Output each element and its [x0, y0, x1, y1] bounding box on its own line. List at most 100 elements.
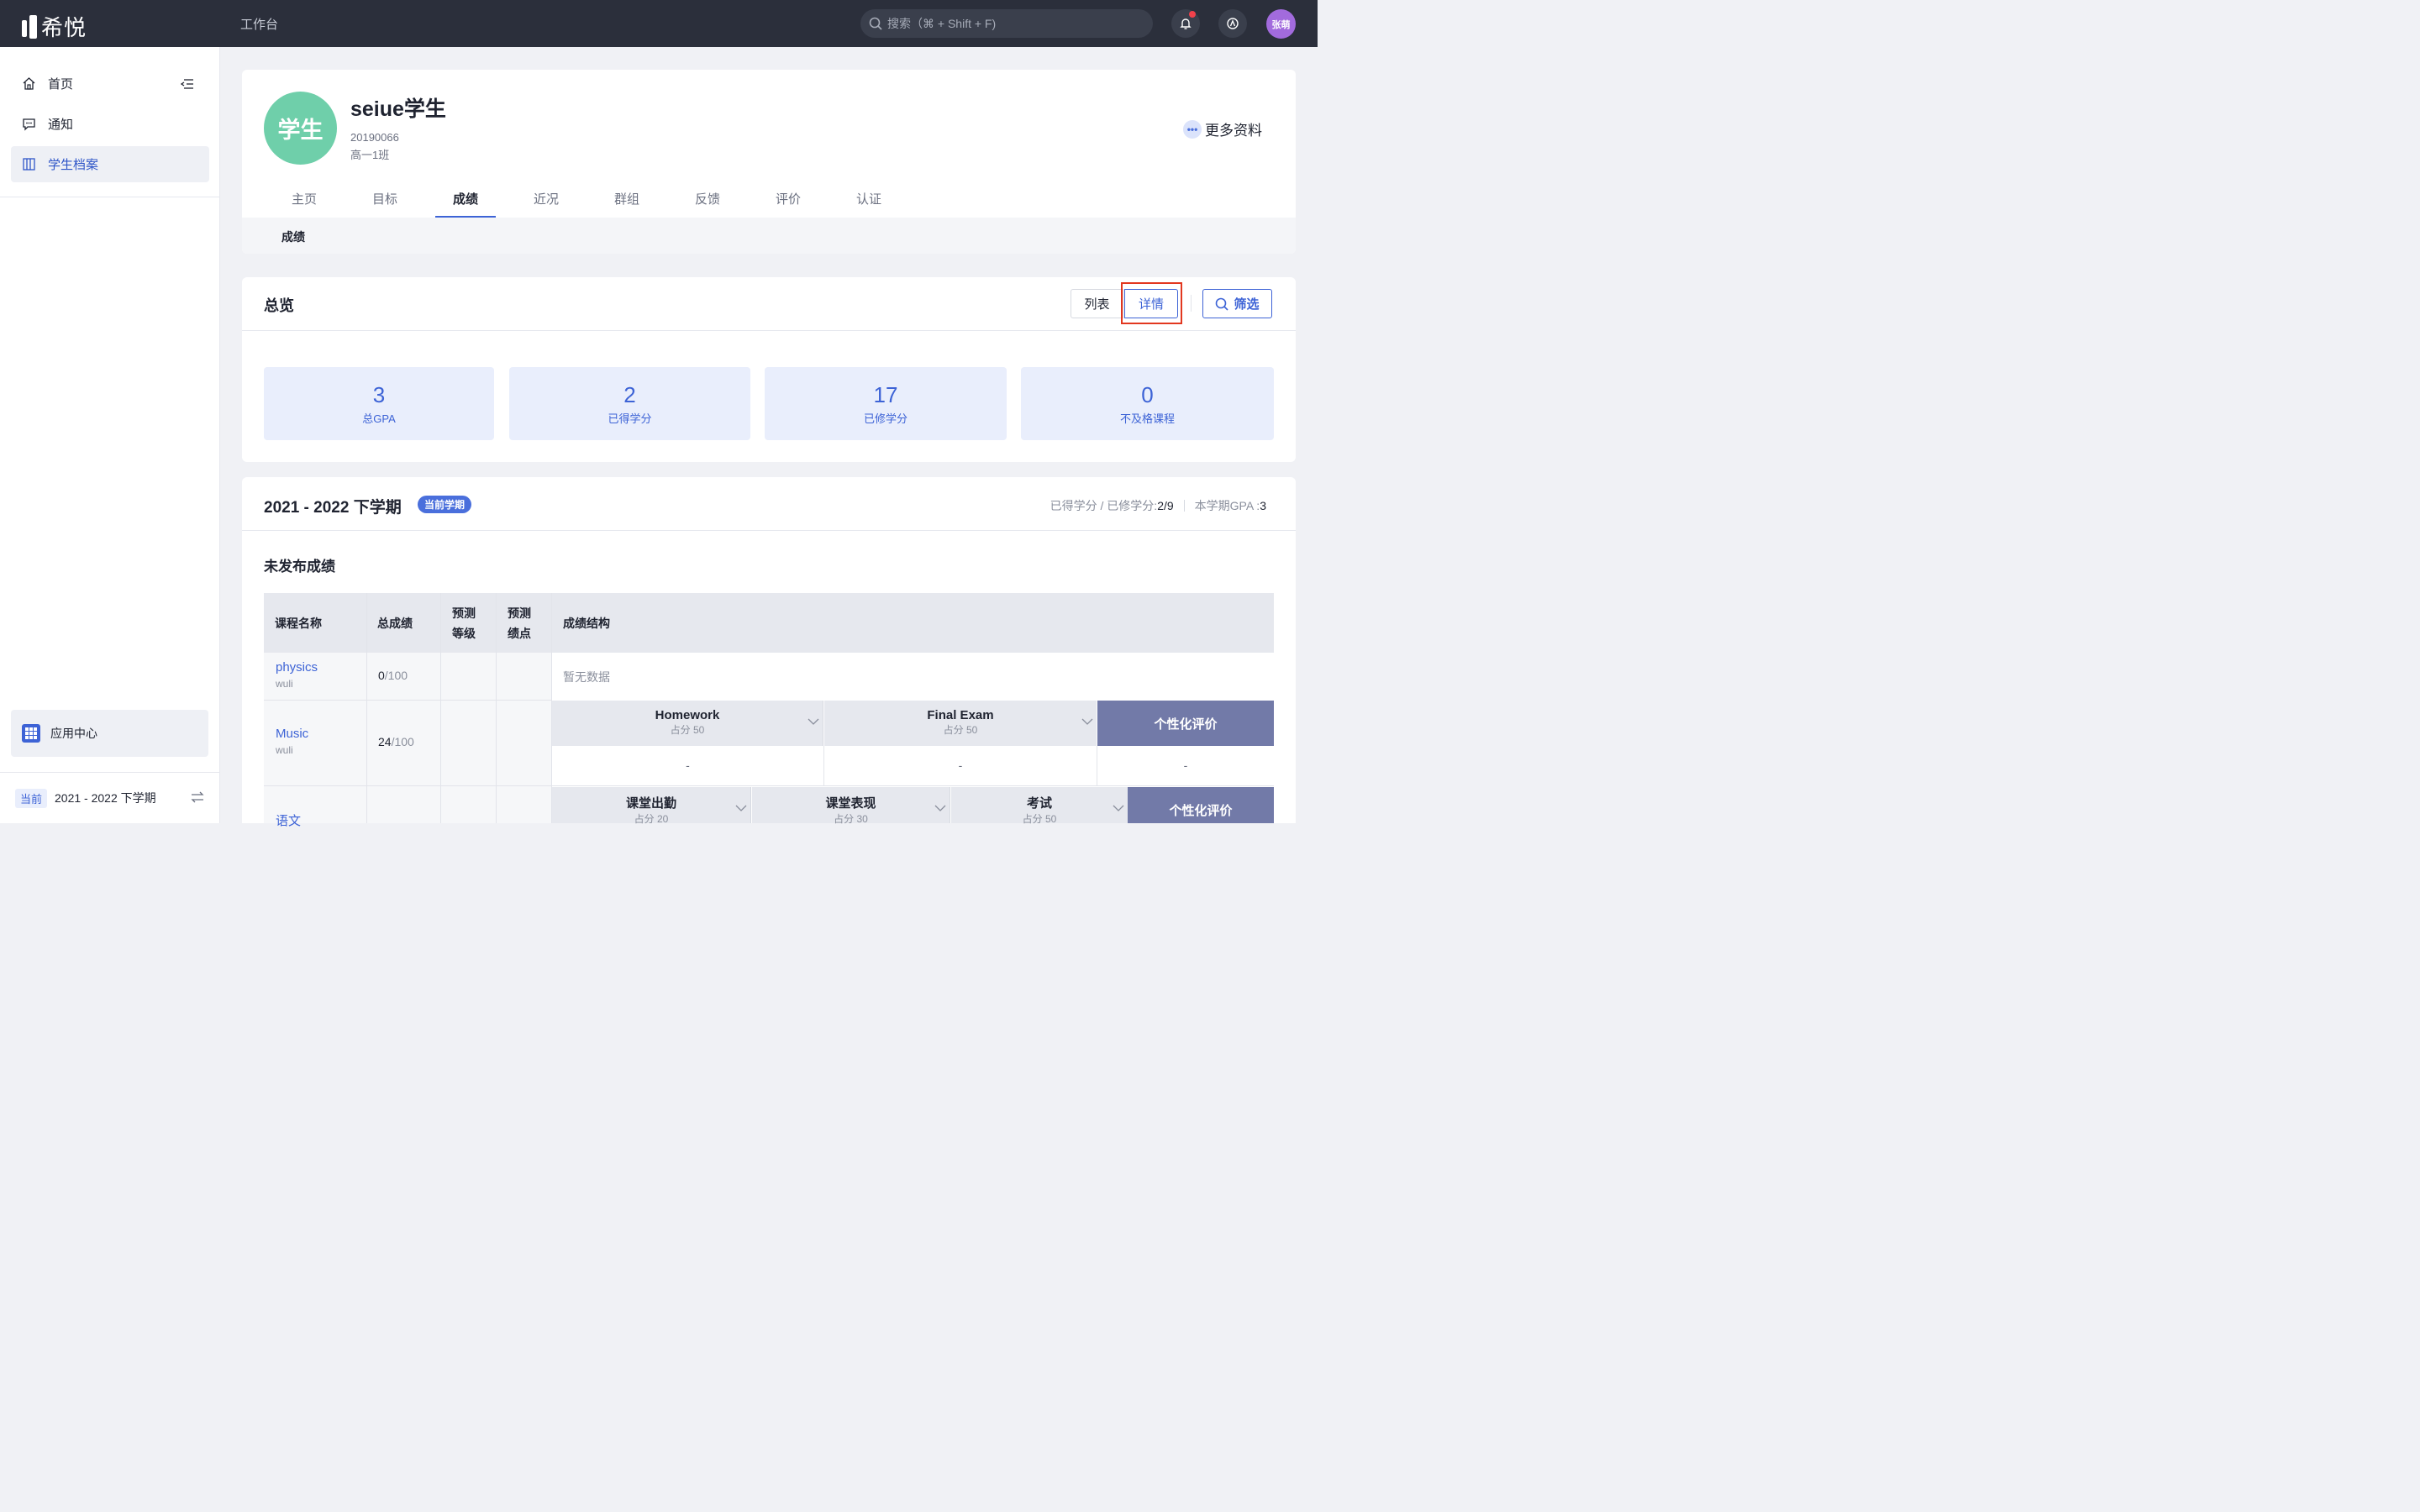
search-input[interactable]: 搜索（⌘ + Shift + F): [860, 9, 1153, 38]
col-header-course: 课程名称: [264, 593, 366, 653]
row-divider: [264, 700, 552, 701]
app-center-label: 应用中心: [50, 727, 97, 740]
stat-label: 不及格课程: [1119, 412, 1175, 425]
current-term-text: 2021 - 2022 下学期: [55, 791, 156, 805]
grade-item-name: Final Exam: [927, 708, 994, 722]
sidebar-divider: [0, 772, 220, 773]
sidebar-item-label: 首页: [48, 77, 74, 92]
grade-item-header[interactable]: 考试 占分 50: [951, 787, 1128, 825]
tab-grades[interactable]: 成绩: [425, 177, 506, 218]
grid-icon: [22, 724, 40, 743]
table-row: 语文: [276, 811, 301, 829]
chevron-down-icon: [934, 805, 946, 811]
col-divider: [823, 746, 824, 785]
button-separator: [1191, 295, 1192, 312]
user-circle-icon: [1227, 18, 1239, 29]
student-profile-card: 学生 seiue学生 20190066 高一1班 ••• 更多资料 主页 目标 …: [242, 70, 1296, 254]
tab-home[interactable]: 主页: [264, 177, 345, 218]
overview-divider: [242, 330, 1296, 331]
app-center-button[interactable]: 应用中心: [11, 710, 208, 757]
bell-icon: [1180, 18, 1192, 29]
message-icon: [23, 118, 35, 131]
tab-feedback[interactable]: 反馈: [667, 177, 748, 218]
stat-card-taken-credits: 17 已修学分: [765, 367, 1007, 440]
archive-icon: [23, 158, 35, 171]
col-header-total: 总成绩: [366, 593, 441, 653]
sidebar-item-label: 学生档案: [48, 158, 99, 172]
grade-item-weight: 占分 50: [943, 724, 978, 736]
user-avatar[interactable]: 张萌: [1266, 9, 1296, 39]
top-bar: 希悦 工作台 搜索（⌘ + Shift + F) 张萌: [0, 0, 1318, 47]
col-header-structure: 成绩结构: [552, 593, 1274, 653]
swap-icon[interactable]: [190, 790, 205, 804]
account-switch-button[interactable]: [1218, 9, 1247, 38]
col-divider: [440, 593, 441, 823]
col-divider: [496, 593, 497, 823]
row-divider: [264, 785, 552, 786]
term-title: 2021 - 2022 下学期: [264, 499, 402, 517]
empty-structure: 暂无数据: [563, 670, 610, 684]
collapse-sidebar-icon[interactable]: [181, 78, 194, 90]
course-link[interactable]: 语文: [276, 811, 301, 829]
sidebar: 首页 通知 学生档案 应用中心 当前 2021 - 2022 下学期: [0, 47, 220, 823]
unpublished-title: 未发布成绩: [264, 559, 335, 575]
grade-item-header[interactable]: Final Exam 占分 50: [824, 701, 1097, 746]
personal-evaluation-header: 个性化评价: [1097, 701, 1274, 746]
stat-label: 总GPA: [362, 412, 396, 425]
stat-value: 0: [1141, 382, 1154, 407]
student-name: seiue学生: [350, 97, 446, 121]
more-icon: •••: [1183, 119, 1202, 139]
stat-label: 已修学分: [863, 412, 908, 425]
course-link[interactable]: physics: [276, 660, 318, 675]
grade-item-weight: 占分 30: [834, 813, 868, 825]
grade-item-header[interactable]: 课堂出勤 占分 20: [552, 787, 751, 825]
sidebar-item-student-archive[interactable]: 学生档案: [11, 146, 209, 182]
home-icon: [23, 77, 35, 90]
course-teacher: wuli: [276, 678, 293, 690]
credits-label: 已得学分 / 已修学分:: [1050, 499, 1158, 512]
col-header-predicted-point: 预测绩点: [497, 593, 552, 653]
sidebar-item-notifications[interactable]: 通知: [11, 106, 209, 142]
app-logo[interactable]: 希悦: [22, 11, 87, 42]
chevron-down-icon: [1081, 718, 1093, 725]
logo-text: 希悦: [41, 16, 87, 41]
notification-button[interactable]: [1171, 9, 1200, 38]
chevron-down-icon: [808, 718, 819, 725]
subtab-grades[interactable]: 成绩: [281, 228, 305, 245]
score-max: /100: [391, 735, 414, 748]
more-info-button[interactable]: ••• 更多资料: [1183, 118, 1262, 139]
row-divider: [552, 785, 1274, 786]
tab-evaluation[interactable]: 评价: [748, 177, 829, 218]
filter-button[interactable]: 筛选: [1202, 289, 1272, 318]
subtab-bar: 成绩: [242, 218, 1296, 254]
student-class: 高一1班: [350, 149, 390, 161]
stat-card-gpa: 3 总GPA: [264, 367, 494, 440]
course-link[interactable]: Music: [276, 727, 308, 741]
tab-goals[interactable]: 目标: [345, 177, 425, 218]
grade-item-name: Homework: [655, 708, 720, 722]
tab-groups[interactable]: 群组: [587, 177, 667, 218]
search-icon: [1216, 297, 1229, 311]
tab-recent[interactable]: 近况: [506, 177, 587, 218]
table-row: physics wuli: [276, 660, 318, 690]
sidebar-item-label: 通知: [48, 118, 74, 132]
term-switcher[interactable]: 当前 2021 - 2022 下学期: [15, 788, 208, 808]
profile-tabs: 主页 目标 成绩 近况 群组 反馈 评价 认证: [264, 177, 909, 218]
stat-label: 已得学分: [608, 412, 652, 425]
term-gpa-value: 3: [1260, 499, 1266, 512]
grade-item-header[interactable]: 课堂表现 占分 30: [752, 787, 950, 825]
student-id: 20190066: [350, 131, 399, 144]
workbench-link[interactable]: 工作台: [240, 15, 278, 33]
grade-item-weight: 占分 50: [1022, 813, 1057, 825]
credits-value: 2/9: [1157, 499, 1174, 512]
list-view-button[interactable]: 列表: [1071, 289, 1123, 318]
tab-certification[interactable]: 认证: [829, 177, 909, 218]
stat-card-earned-credits: 2 已得学分: [509, 367, 750, 440]
search-placeholder: 搜索（⌘ + Shift + F): [887, 17, 997, 30]
overview-card: 总览 列表 详情 筛选 3 总GPA 2 已得学分 17 已修学分 0 不及格课…: [242, 277, 1296, 462]
table-row: Music wuli: [276, 727, 308, 756]
notification-dot: [1189, 11, 1196, 18]
sidebar-item-home[interactable]: 首页: [11, 66, 209, 102]
current-term-tag: 当前: [15, 788, 48, 808]
grade-item-header[interactable]: Homework 占分 50: [552, 701, 823, 746]
